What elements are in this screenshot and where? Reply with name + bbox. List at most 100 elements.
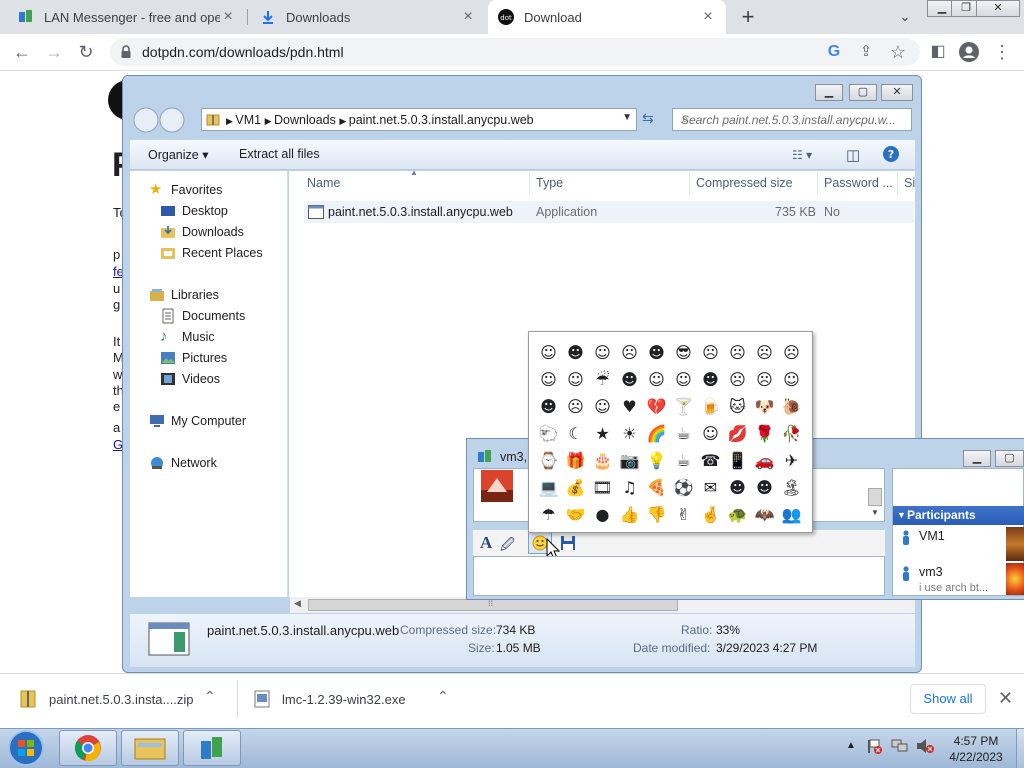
- emoticon-icon[interactable]: 🏝: [778, 474, 805, 501]
- action-center-flag-icon[interactable]: [866, 738, 882, 754]
- side-panel-icon[interactable]: ◧: [926, 40, 950, 64]
- emoticon-icon[interactable]: ♥: [616, 393, 643, 420]
- explorer-search-box[interactable]: Search paint.net.5.0.3.install.anycpu.w.…: [672, 108, 912, 131]
- nav-desktop[interactable]: Desktop: [160, 203, 228, 219]
- emoticon-icon[interactable]: ☻: [535, 393, 562, 420]
- organize-button[interactable]: Organize ▾: [148, 147, 208, 162]
- emoticon-icon[interactable]: ⚽: [670, 474, 697, 501]
- emoticon-icon[interactable]: ☻: [562, 339, 589, 366]
- emoticon-icon[interactable]: 📱: [724, 447, 751, 474]
- address-dropdown-icon[interactable]: ▼: [622, 112, 632, 123]
- nav-pictures[interactable]: Pictures: [160, 350, 227, 366]
- column-header-password[interactable]: Password ...: [824, 176, 893, 190]
- tab-lan-messenger[interactable]: LAN Messenger - free and open ×: [8, 0, 246, 34]
- nav-my-computer[interactable]: My Computer: [149, 413, 246, 429]
- emoticon-icon[interactable]: ☺: [535, 366, 562, 393]
- emoticon-icon[interactable]: 💡: [643, 447, 670, 474]
- nav-music[interactable]: ♪ Music: [160, 329, 215, 345]
- emoticon-icon[interactable]: ☺: [670, 366, 697, 393]
- taskbar-clock[interactable]: 4:57 PM 4/22/2023: [936, 733, 1016, 765]
- emoticon-icon[interactable]: ⌚: [535, 447, 562, 474]
- emoticon-icon[interactable]: ☔: [589, 366, 616, 393]
- emoticon-icon[interactable]: ♫: [616, 474, 643, 501]
- taskbar-chrome-button[interactable]: [59, 730, 117, 766]
- view-options-icon[interactable]: ☷ ▾: [792, 148, 812, 162]
- file-name[interactable]: paint.net.5.0.3.install.anycpu.web: [328, 205, 513, 219]
- close-tab-icon[interactable]: ×: [460, 9, 476, 25]
- breadcrumb-item[interactable]: paint.net.5.0.3.install.anycpu.web: [349, 113, 534, 127]
- emoticon-icon[interactable]: ☹: [724, 339, 751, 366]
- emoticon-icon[interactable]: ☕: [670, 447, 697, 474]
- reload-icon[interactable]: ↻: [74, 40, 98, 64]
- emoticon-icon[interactable]: ☺: [535, 339, 562, 366]
- show-desktop-button[interactable]: [1016, 729, 1024, 768]
- nav-downloads[interactable]: Downloads: [160, 224, 244, 240]
- close-tab-icon[interactable]: ×: [700, 9, 716, 25]
- breadcrumb-item[interactable]: Downloads: [274, 113, 336, 127]
- volume-muted-icon[interactable]: [916, 738, 934, 754]
- emoticon-icon[interactable]: 🐌: [778, 393, 805, 420]
- emoticon-icon[interactable]: 🍺: [697, 393, 724, 420]
- emoticon-icon[interactable]: 🐶: [751, 393, 778, 420]
- explorer-close-button[interactable]: ✕: [881, 84, 913, 101]
- emoticon-icon[interactable]: 🐢: [724, 501, 751, 528]
- column-header-name[interactable]: Name: [307, 176, 340, 190]
- close-tab-icon[interactable]: ×: [220, 9, 236, 25]
- column-header-compressed-size[interactable]: Compressed size: [696, 176, 793, 190]
- emoticon-icon[interactable]: ☻: [697, 366, 724, 393]
- download-options-chevron-icon[interactable]: ⌃: [437, 688, 449, 705]
- download-item-name[interactable]: lmc-1.2.39-win32.exe: [282, 692, 406, 707]
- download-item-name[interactable]: paint.net.5.0.3.insta....zip: [49, 692, 194, 707]
- emoticon-icon[interactable]: ☹: [616, 339, 643, 366]
- emoticon-icon[interactable]: ☹: [724, 366, 751, 393]
- tab-download-active[interactable]: dot Download ×: [488, 0, 726, 34]
- explorer-address-bar[interactable]: ▶ VM1 ▶ Downloads ▶ paint.net.5.0.3.inst…: [201, 108, 637, 131]
- nav-network[interactable]: Network: [149, 455, 217, 471]
- extract-all-button[interactable]: Extract all files: [239, 147, 320, 161]
- font-color-icon[interactable]: 🖉: [500, 534, 515, 558]
- emoticon-icon[interactable]: ☎: [697, 447, 724, 474]
- emoticon-icon[interactable]: ☻: [724, 474, 751, 501]
- download-options-chevron-icon[interactable]: ⌃: [204, 688, 216, 705]
- emoticon-icon[interactable]: 🤝: [562, 501, 589, 528]
- close-window-button[interactable]: ✕: [976, 0, 1020, 17]
- breadcrumb-item[interactable]: VM1: [235, 113, 261, 127]
- column-header-type[interactable]: Type: [536, 176, 563, 190]
- tab-downloads[interactable]: Downloads ×: [250, 0, 486, 34]
- emoticon-icon[interactable]: 👥: [778, 501, 805, 528]
- nav-recent-places[interactable]: Recent Places: [160, 245, 263, 261]
- emoticon-icon[interactable]: ☻: [643, 339, 670, 366]
- chat-scroll-down-icon[interactable]: ▼: [871, 508, 879, 517]
- network-tray-icon[interactable]: [891, 738, 909, 754]
- bookmark-star-icon[interactable]: ☆: [886, 40, 910, 64]
- start-button-icon[interactable]: [4, 729, 48, 767]
- emoticon-icon[interactable]: 🐱: [724, 393, 751, 420]
- help-icon[interactable]: ?: [882, 145, 900, 163]
- emoticon-icon[interactable]: 🎁: [562, 447, 589, 474]
- nav-documents[interactable]: Documents: [160, 308, 245, 324]
- profile-avatar-icon[interactable]: [959, 42, 979, 62]
- emoticon-icon[interactable]: 💔: [643, 393, 670, 420]
- emoticon-icon[interactable]: ☀: [616, 420, 643, 447]
- forward-arrow-icon[interactable]: →: [42, 40, 66, 64]
- chat-message-input[interactable]: [473, 556, 885, 596]
- emoticon-icon[interactable]: 📷: [616, 447, 643, 474]
- emoticon-icon[interactable]: ●: [589, 501, 616, 528]
- emoticon-icon[interactable]: 🐑: [535, 420, 562, 447]
- emoticon-icon[interactable]: ☺: [778, 366, 805, 393]
- emoticon-icon[interactable]: 🍕: [643, 474, 670, 501]
- participants-header[interactable]: ▼ Participants: [893, 506, 1024, 525]
- taskbar-explorer-button[interactable]: [121, 730, 179, 766]
- chat-minimize-button[interactable]: ▁: [963, 450, 991, 467]
- font-icon[interactable]: A: [480, 533, 492, 553]
- emoticon-icon[interactable]: 🍸: [670, 393, 697, 420]
- emoticon-icon[interactable]: ☹: [562, 393, 589, 420]
- explorer-maximize-button[interactable]: ▢: [849, 84, 877, 101]
- emoticon-icon[interactable]: ☻: [751, 474, 778, 501]
- emoticon-icon[interactable]: ✌: [670, 501, 697, 528]
- participant-name[interactable]: VM1: [919, 529, 945, 543]
- emoticon-icon[interactable]: ☺: [589, 393, 616, 420]
- emoticon-icon[interactable]: ☂: [535, 501, 562, 528]
- chrome-menu-icon[interactable]: ⋮: [990, 40, 1014, 64]
- emoticon-icon[interactable]: ☹: [751, 366, 778, 393]
